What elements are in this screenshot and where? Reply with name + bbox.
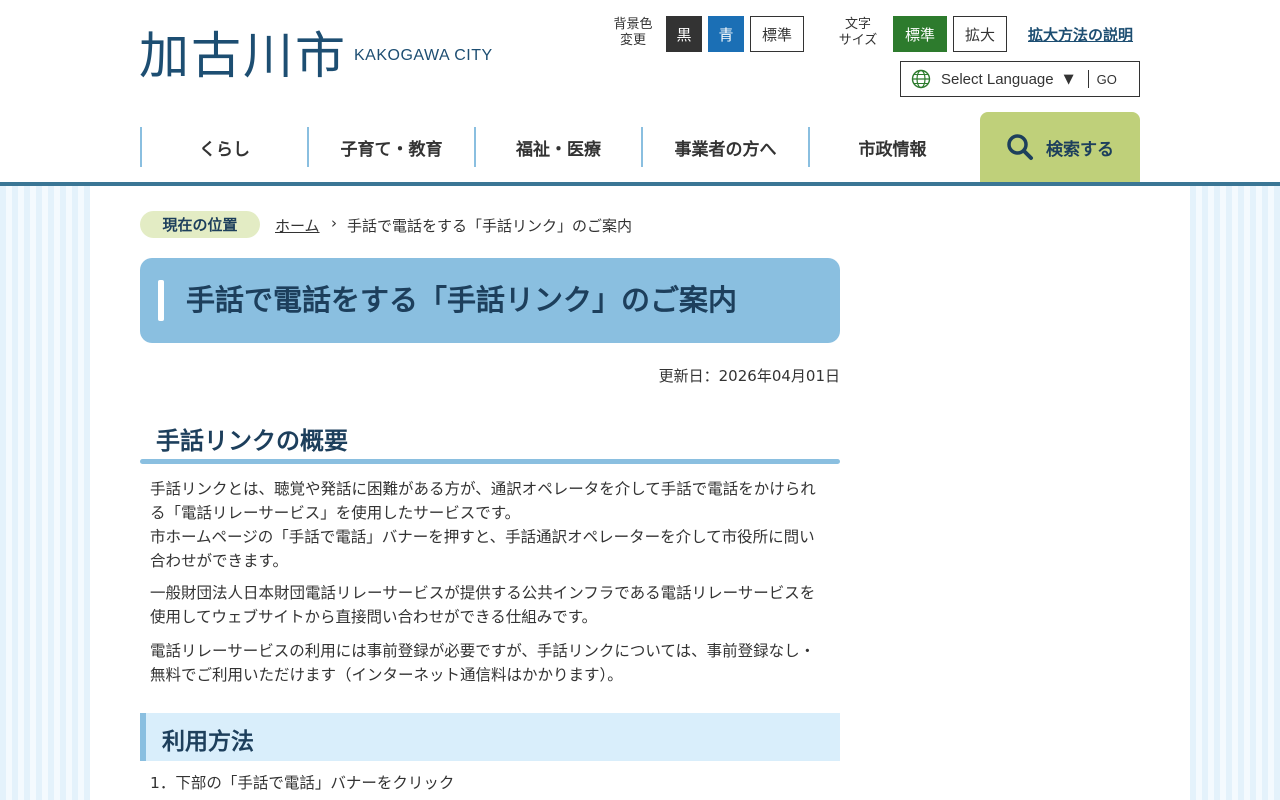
bg-black-button[interactable]: 黒 xyxy=(666,16,702,52)
site-logo[interactable]: 加古川市 xyxy=(139,26,347,86)
search-button[interactable]: 検索する xyxy=(980,112,1140,182)
paragraph-overview: 手話リンクとは、聴覚や発話に困難がある方が、通訳オペレータを介して手話で電話をか… xyxy=(150,480,816,570)
font-size-standard-button[interactable]: 標準 xyxy=(893,16,947,52)
font-size-label: 文字 サイズ xyxy=(834,17,882,49)
site-logo-english: KAKOGAWA CITY xyxy=(354,47,493,64)
search-button-label: 検索する xyxy=(1046,139,1114,160)
language-selector[interactable]: Select Language ▼ GO xyxy=(900,61,1140,97)
language-divider xyxy=(1087,70,1089,88)
breadcrumb-label: 現在の位置 xyxy=(140,211,260,238)
title-accent-bar xyxy=(158,280,164,321)
breadcrumb-home-link[interactable]: ホーム xyxy=(275,215,320,236)
decorative-stripe-left xyxy=(0,186,90,800)
nav-item-city-info[interactable]: 市政情報 xyxy=(808,127,975,167)
zoom-explanation-link[interactable]: 拡大方法の説明 xyxy=(1028,24,1133,45)
updated-date: 更新日：2026年04月01日 xyxy=(658,367,840,385)
background-color-label-text: 背景色 変更 xyxy=(613,17,653,48)
page-title-box: 手話で電話をする「手話リンク」のご案内 xyxy=(140,258,840,343)
section-heading-usage: 利用方法 xyxy=(162,729,254,755)
font-size-large-button[interactable]: 拡大 xyxy=(953,16,1007,52)
background-color-label: 背景色 変更 xyxy=(612,17,654,49)
nav-item-welfare-medical[interactable]: 福祉・医療 xyxy=(474,127,641,167)
breadcrumb-current: 手話で電話をする「手話リンク」のご案内 xyxy=(347,217,633,235)
globe-icon xyxy=(911,69,931,89)
search-icon xyxy=(1007,134,1033,160)
global-nav: くらし 子育て・教育 福祉・医療 事業者の方へ 市政情報 検索する xyxy=(140,112,1140,182)
decorative-stripe-right xyxy=(1190,186,1280,800)
section-heading-usage-box: 利用方法 xyxy=(140,713,840,761)
language-go-button[interactable]: GO xyxy=(1097,72,1117,87)
paragraph-relay-service: 一般財団法人日本財団電話リレーサービスが提供する公共インフラである電話リレーサー… xyxy=(150,584,816,626)
nav-item-living[interactable]: くらし xyxy=(140,127,307,167)
font-size-label-text: 文字 サイズ xyxy=(838,17,878,48)
page-title: 手話で電話をする「手話リンク」のご案内 xyxy=(186,283,738,317)
site-header: 加古川市 KAKOGAWA CITY 背景色 変更 黒 青 標準 文字 サイズ … xyxy=(0,0,1280,182)
bg-blue-button[interactable]: 青 xyxy=(708,16,744,52)
section-heading-underline xyxy=(140,459,840,464)
breadcrumb-separator-icon: › xyxy=(331,214,337,232)
nav-item-childcare-education[interactable]: 子育て・教育 xyxy=(307,127,474,167)
section-heading-overview: 手話リンクの概要 xyxy=(156,427,348,455)
bg-standard-button[interactable]: 標準 xyxy=(750,16,804,52)
dropdown-arrow-icon[interactable]: ▼ xyxy=(1064,72,1074,87)
usage-step-1: 1．下部の「手話で電話」バナーをクリック xyxy=(150,774,455,792)
nav-divider xyxy=(0,182,1280,186)
nav-item-business[interactable]: 事業者の方へ xyxy=(641,127,808,167)
language-select-label[interactable]: Select Language xyxy=(941,71,1054,88)
paragraph-registration: 電話リレーサービスの利用には事前登録が必要ですが、手話リンクについては、事前登録… xyxy=(150,642,816,684)
